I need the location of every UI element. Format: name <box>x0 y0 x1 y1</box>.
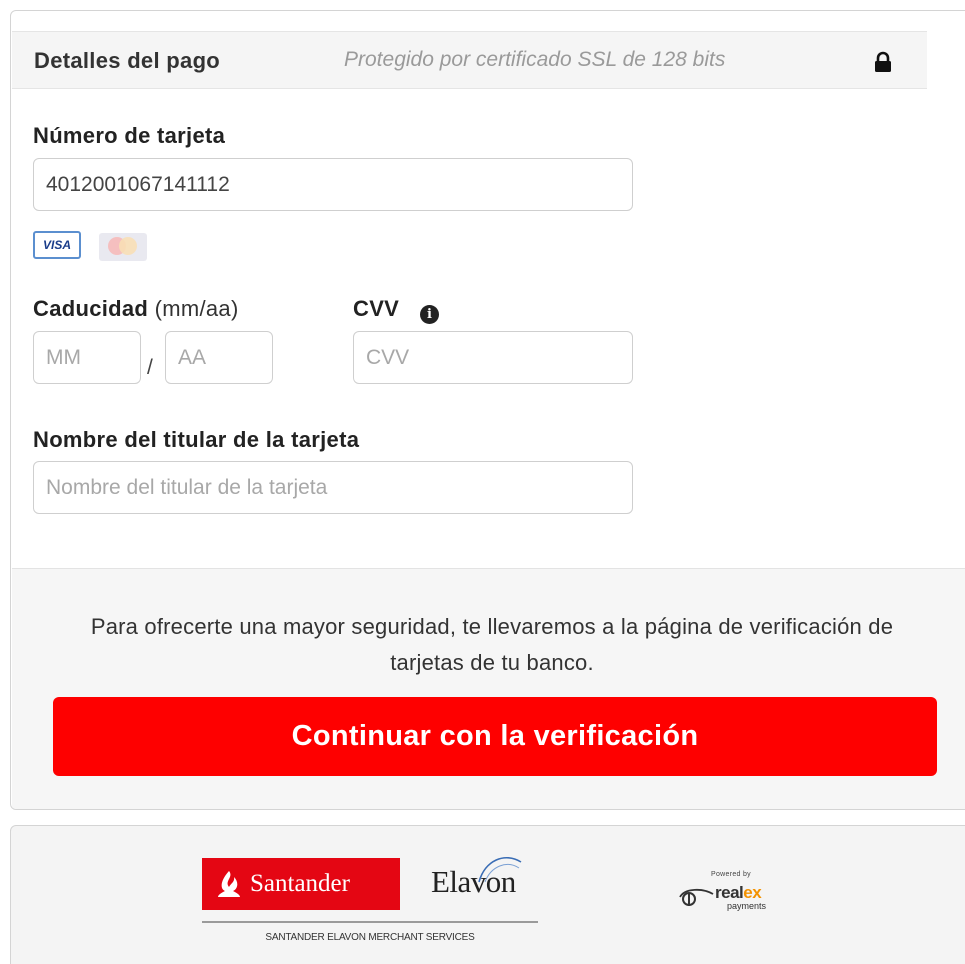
merchant-divider <box>202 921 538 923</box>
santander-name: Santander <box>250 870 350 897</box>
payment-card: Detalles del pago Protegido por certific… <box>10 10 965 810</box>
partner-logos: Santander Elavon SANTANDER ELAVON MERCHA… <box>10 825 965 964</box>
santander-logo: Santander <box>202 858 400 910</box>
elavon-logo: Elavon <box>431 864 516 899</box>
realex-payments-text: payments <box>727 901 767 911</box>
realex-logo: realex <box>715 883 762 903</box>
merchant-services-text: SANTANDER ELAVON MERCHANT SERVICES <box>265 932 475 943</box>
expiry-format-hint: (mm/aa) <box>154 296 239 321</box>
cardholder-input[interactable] <box>33 461 633 514</box>
expiry-month-input[interactable] <box>33 331 141 384</box>
expiry-label: Caducidad (mm/aa) <box>33 296 239 322</box>
realex-name-a: real <box>715 883 744 902</box>
payment-details-title: Detalles del pago <box>34 48 221 73</box>
cardholder-label: Nombre del titular de la tarjeta <box>33 427 360 452</box>
expiry-year-input[interactable] <box>165 331 273 384</box>
verification-area: Para ofrecerte una mayor seguridad, te l… <box>12 568 965 809</box>
powered-by-text: Powered by <box>711 871 751 878</box>
mastercard-logo[interactable] <box>99 233 147 261</box>
ssl-note: Protegido por certificado SSL de 128 bit… <box>344 48 726 71</box>
payment-header: Detalles del pago Protegido por certific… <box>12 31 927 89</box>
realex-swoosh-icon <box>679 888 714 906</box>
visa-logo[interactable]: VISA <box>33 231 81 259</box>
realex-name-b: ex <box>743 883 762 902</box>
expiry-separator: / <box>147 356 153 379</box>
cvv-input[interactable] <box>353 331 633 384</box>
mastercard-circle-right <box>119 237 137 255</box>
info-icon[interactable]: i <box>420 305 439 324</box>
lock-icon <box>875 51 891 72</box>
santander-flame-icon <box>218 871 240 897</box>
continue-verification-button[interactable]: Continuar con la verificación <box>53 697 937 776</box>
card-number-input[interactable] <box>33 158 633 211</box>
card-number-label: Número de tarjeta <box>33 123 226 148</box>
expiry-label-text: Caducidad <box>33 296 149 321</box>
verification-notice: Para ofrecerte una mayor seguridad, te l… <box>90 614 894 675</box>
cvv-label: CVV <box>353 296 400 321</box>
